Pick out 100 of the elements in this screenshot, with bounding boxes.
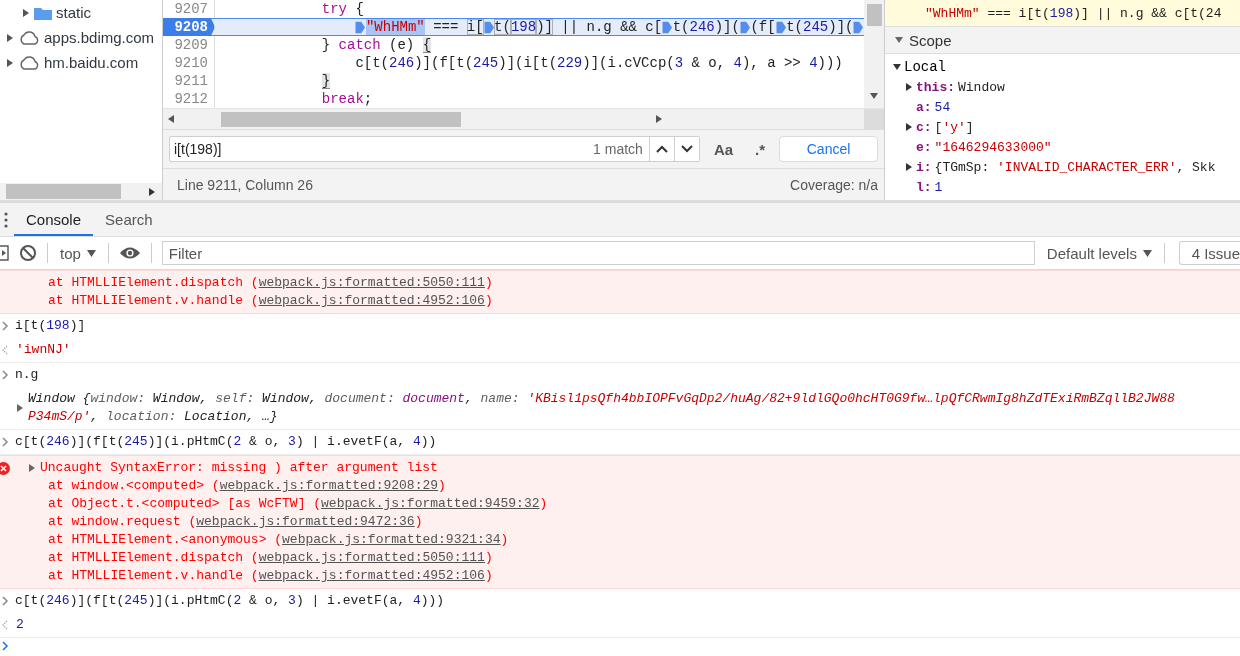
console-command: n.g xyxy=(15,366,39,384)
console-result: 'iwnNJ' xyxy=(16,341,71,359)
object-preview: P34mS/p', location: Location, …} xyxy=(28,408,279,426)
next-match-button[interactable] xyxy=(673,137,699,161)
search-box[interactable]: i[t(198)] 1 match xyxy=(169,136,700,162)
expand-arrow-icon[interactable] xyxy=(893,63,901,71)
line-number: 9210 xyxy=(163,54,215,72)
line-number: 9209 xyxy=(163,36,215,54)
tree-item[interactable]: static xyxy=(56,4,91,21)
line-number: 9208 xyxy=(163,18,215,36)
variable-value: 1 xyxy=(934,179,943,195)
scroll-arrow-icon[interactable] xyxy=(870,92,878,100)
stack-trace-line: at HTMLLIElement.dispatch (webpack.js:formatted:5050:111) xyxy=(47,549,494,567)
variable-name: c: xyxy=(916,119,932,135)
source-link[interactable]: webpack.js:formatted:9321:34 xyxy=(282,532,501,547)
scroll-arrow-icon[interactable] xyxy=(654,115,663,123)
match-count: 1 match xyxy=(593,141,644,157)
issues-button[interactable]: 4 Issue xyxy=(1178,241,1240,265)
regex-button[interactable]: .* xyxy=(747,137,774,161)
prompt-chevron-icon xyxy=(2,437,9,447)
expand-arrow-icon[interactable] xyxy=(16,404,24,412)
stack-trace-line: at HTMLLIElement.dispatch (webpack.js:formatted:5050:111) xyxy=(47,274,494,292)
code-text: } xyxy=(321,73,331,89)
tree-item[interactable]: apps.bdimg.com xyxy=(44,29,155,46)
breakpoint-marker-icon[interactable] xyxy=(662,20,673,34)
prompt-chevron-icon xyxy=(2,321,9,331)
context-dropdown[interactable]: top xyxy=(58,244,98,262)
scrollbar[interactable] xyxy=(864,0,884,108)
source-link[interactable]: webpack.js:formatted:4952:106 xyxy=(258,293,485,308)
source-link[interactable]: webpack.js:formatted:9208:29 xyxy=(219,478,439,493)
source-link[interactable]: webpack.js:formatted:9459:32 xyxy=(321,496,540,511)
console-command: i[t(198)] xyxy=(15,317,86,335)
console-command: c[t(246)](f[t(245)](i.pHtmC(2 & o, 3) | i.evetF(a, 4)) xyxy=(15,433,437,451)
source-link[interactable]: webpack.js:formatted:5050:111 xyxy=(258,550,485,565)
code-text: (f[ xyxy=(750,19,776,35)
variable-name: this: xyxy=(916,79,955,95)
code-text: try { xyxy=(321,1,364,17)
clear-console-icon[interactable] xyxy=(19,244,37,262)
caret-icon xyxy=(1142,249,1152,257)
scroll-thumb[interactable] xyxy=(866,4,882,26)
scroll-arrow-icon[interactable] xyxy=(148,187,156,196)
cancel-button[interactable]: Cancel xyxy=(779,136,878,162)
source-link[interactable]: webpack.js:formatted:4952:106 xyxy=(258,568,485,583)
expand-arrow-icon[interactable] xyxy=(6,58,14,67)
source-link[interactable]: webpack.js:formatted:9472:36 xyxy=(196,514,415,529)
log-levels-dropdown[interactable]: Default levels xyxy=(1044,244,1154,262)
drawer-tab[interactable]: Search xyxy=(93,203,165,236)
object-preview: Window {window: Window, self: Window, document: document, name: 'KBisl1psQfh4bbIOPFvGqDp2/huAg/82+9ldlGQo0hcHT0G9fw…lpQfCRwmIg8hZdTExiRmBZqllB2JW88 xyxy=(28,390,1175,408)
expand-arrow-icon[interactable] xyxy=(905,163,913,171)
variable-name: i: xyxy=(916,159,932,175)
cloud-icon xyxy=(18,30,40,45)
search-field[interactable]: i[t(198)] xyxy=(170,141,594,157)
code-text: t(198)] || n.g && c[ xyxy=(494,19,663,35)
breakpoint-marker-icon[interactable] xyxy=(775,20,787,34)
line-number: 9211 xyxy=(163,72,215,90)
expand-arrow-icon[interactable] xyxy=(905,83,913,91)
scrollbar[interactable] xyxy=(163,108,884,129)
match-case-button[interactable]: Aa xyxy=(705,137,742,161)
expand-arrow-icon[interactable] xyxy=(22,8,30,17)
filter-field[interactable]: Filter xyxy=(161,241,1035,265)
breakpoint-marker-icon[interactable] xyxy=(739,20,751,34)
cursor-position: Line 9211, Column 26 xyxy=(177,176,313,193)
source-link[interactable]: webpack.js:formatted:5050:111 xyxy=(258,275,485,290)
prompt-chevron-icon xyxy=(2,641,9,651)
variable-value: {TGmSp: 'INVALID_CHARACTER_ERR', Skk xyxy=(934,159,1216,175)
drawer-tab[interactable]: Console xyxy=(14,203,94,236)
sidebar-toggle-icon[interactable] xyxy=(0,245,9,261)
prompt-chevron-icon xyxy=(2,596,9,606)
variable-value: "1646294633000" xyxy=(934,139,1052,155)
scroll-thumb[interactable] xyxy=(6,184,121,199)
section-title[interactable]: Scope xyxy=(909,31,952,49)
scope-group[interactable]: Local xyxy=(904,59,946,75)
console-result: 2 xyxy=(16,616,24,634)
breakpoint-marker-icon[interactable] xyxy=(483,20,495,34)
variable-value: ['y'] xyxy=(934,119,974,135)
chevron-up-icon xyxy=(655,145,668,153)
stack-trace-line: at window.<computed> (webpack.js:formatted:9208:29) xyxy=(47,477,447,495)
variable-name: l: xyxy=(916,179,932,195)
scroll-thumb[interactable] xyxy=(221,111,461,127)
stack-trace-line: at Object.t.<computed> [as WcFTW] (webpack.js:formatted:9459:32) xyxy=(47,495,549,513)
coverage-status: Coverage: n/a xyxy=(790,176,878,193)
expand-arrow-icon[interactable] xyxy=(905,123,913,131)
scroll-arrow-icon[interactable] xyxy=(167,115,175,123)
error-icon xyxy=(0,461,10,475)
caret-icon xyxy=(86,249,96,257)
expand-arrow-icon[interactable] xyxy=(6,33,14,42)
code-text: "WhHMm" === i[ xyxy=(365,19,484,35)
chevron-down-icon xyxy=(680,145,693,153)
error-message: Uncaught SyntaxError: missing ) after argument list xyxy=(40,459,438,477)
console-command: c[t(246)](f[t(245)](i.pHtmC(2 & o, 3) | i.evetF(a, 4))) xyxy=(15,592,445,610)
code-text: } catch (e) { xyxy=(321,37,432,53)
scrollbar[interactable] xyxy=(0,183,162,200)
tree-item[interactable]: hm.baidu.com xyxy=(44,54,139,71)
variable-value: 54 xyxy=(934,99,951,115)
code-text: t(246)]( xyxy=(672,19,740,35)
eye-icon[interactable] xyxy=(118,246,141,260)
variable-name: a: xyxy=(916,99,932,115)
stack-trace-line: at window.request (webpack.js:formatted:9472:36) xyxy=(47,513,424,531)
code-text: break; xyxy=(321,91,373,107)
stack-trace-line: at HTMLLIElement.v.handle (webpack.js:formatted:4952:106) xyxy=(47,567,494,585)
